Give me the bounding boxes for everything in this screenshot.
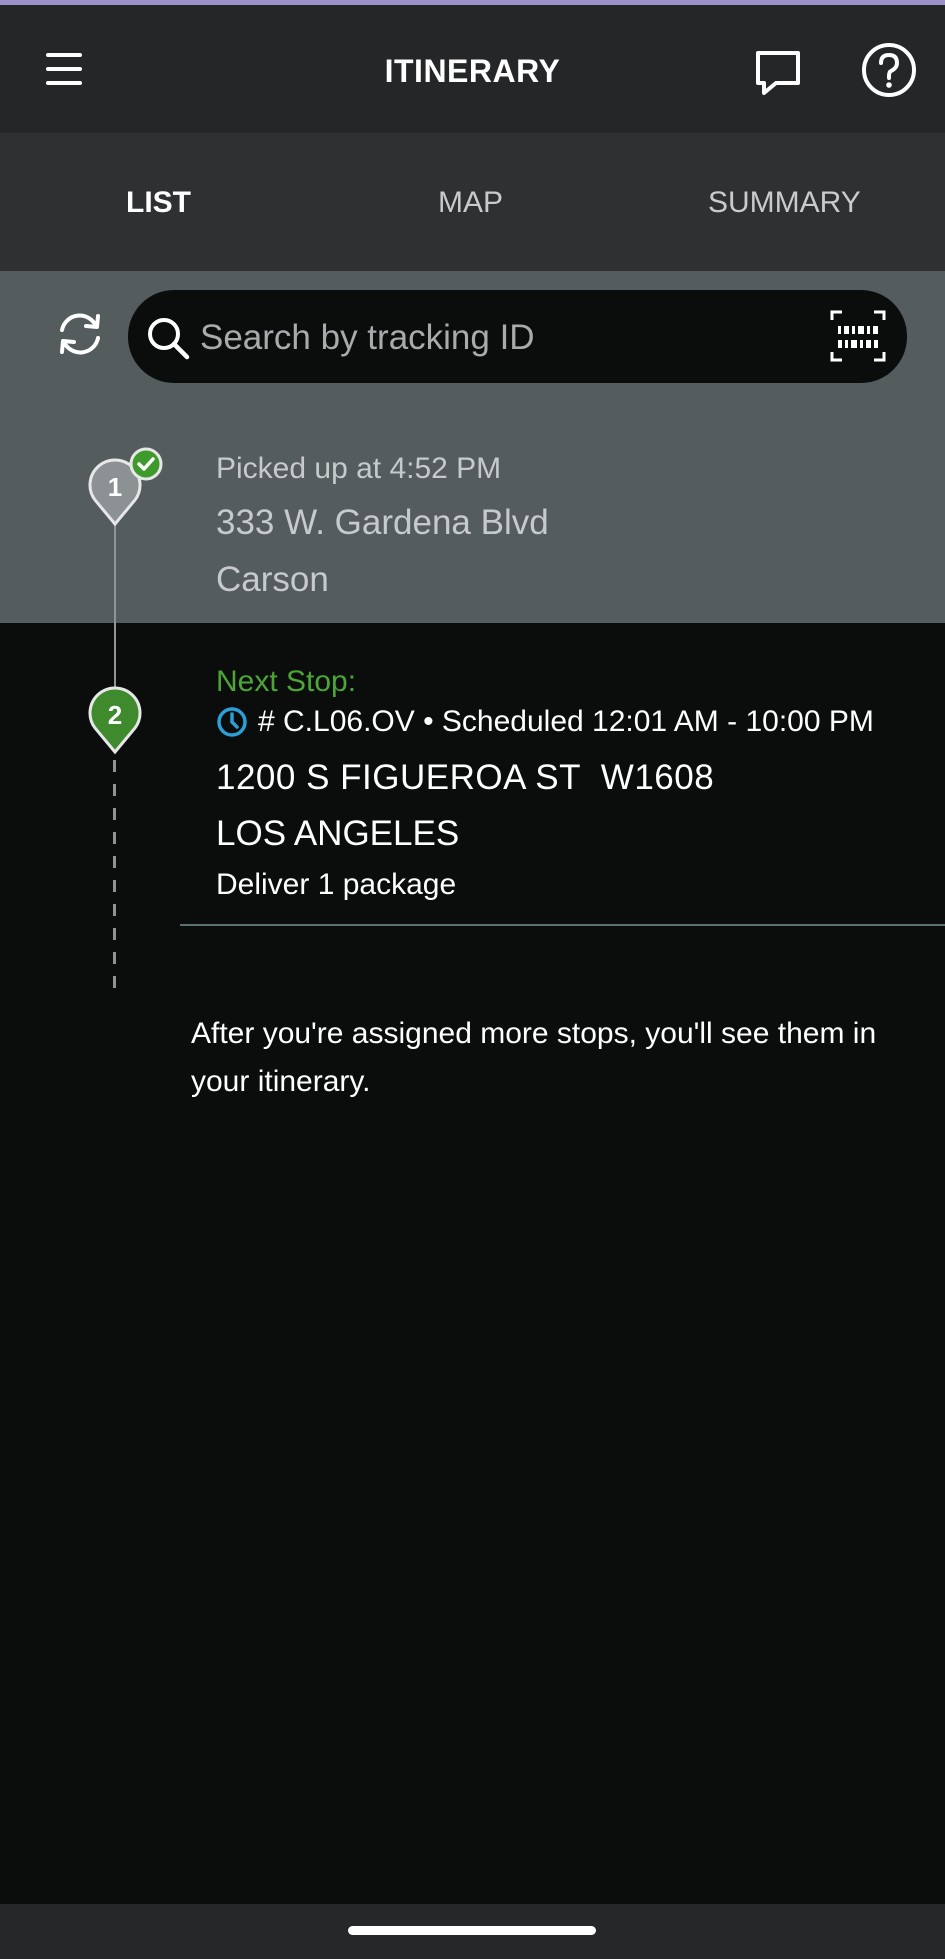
- timeline-connector: [114, 500, 116, 690]
- empty-stops-message: After you're assigned more stops, you'll…: [191, 1017, 877, 1098]
- stop-address: 1200 S FIGUEROA ST W1608: [216, 758, 715, 797]
- divider: [180, 924, 945, 926]
- stop-number: 1: [108, 472, 122, 502]
- check-circle-icon: [129, 447, 163, 481]
- search-placeholder: Search by tracking ID: [200, 318, 535, 357]
- stop-number: 2: [108, 700, 122, 730]
- schedule-text: # C.L06.OV • Scheduled 12:01 AM - 10:00 …: [258, 705, 874, 738]
- refresh-icon[interactable]: [54, 308, 106, 360]
- search-icon: [148, 318, 190, 360]
- tab-map[interactable]: MAP: [438, 186, 503, 220]
- clock-icon: [217, 707, 247, 737]
- tab-summary[interactable]: SUMMARY: [708, 186, 861, 220]
- barcode-scan-icon[interactable]: [828, 306, 888, 366]
- search-input[interactable]: Search by tracking ID: [128, 290, 907, 383]
- timeline-dashed-connector: [113, 760, 116, 990]
- stop-city: LOS ANGELES: [216, 814, 460, 853]
- tab-bar: LIST MAP SUMMARY: [0, 133, 945, 271]
- package-count: Deliver 1 package: [216, 868, 457, 901]
- stop-city: Carson: [216, 560, 329, 599]
- pickup-status: Picked up at 4:52 PM: [216, 452, 502, 485]
- stop-address: 333 W. Gardena Blvd: [216, 503, 549, 542]
- app-header: ITINERARY: [0, 5, 945, 133]
- chat-icon[interactable]: [752, 47, 804, 99]
- home-indicator[interactable]: [348, 1926, 596, 1935]
- stop-pin-next-icon: 2: [88, 686, 142, 755]
- help-icon[interactable]: [860, 41, 918, 99]
- tab-list[interactable]: LIST: [126, 186, 191, 220]
- next-stop-label: Next Stop:: [216, 665, 357, 698]
- schedule-row: # C.L06.OV • Scheduled 12:01 AM - 10:00 …: [216, 705, 874, 739]
